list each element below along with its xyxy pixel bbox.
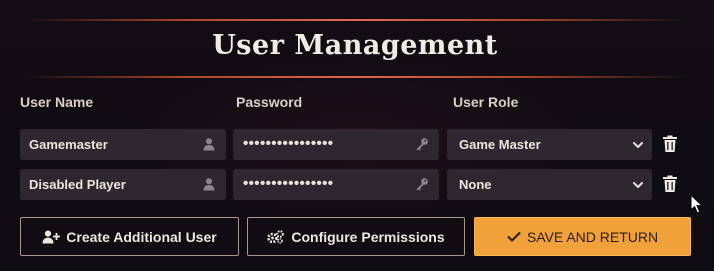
save-and-return-label: SAVE AND RETURN bbox=[526, 228, 659, 245]
user-icon bbox=[203, 178, 215, 191]
trash-icon[interactable] bbox=[662, 175, 678, 193]
username-value: Disabled Player bbox=[29, 177, 126, 192]
create-user-button[interactable]: Create Additional User bbox=[20, 217, 239, 256]
user-plus-icon bbox=[42, 230, 61, 243]
password-value: •••••••••••••••• bbox=[243, 135, 334, 152]
title-section: User Management bbox=[20, 18, 690, 78]
check-icon bbox=[507, 231, 521, 241]
header-password: Password bbox=[236, 94, 303, 110]
save-and-return-button[interactable]: SAVE AND RETURN bbox=[474, 217, 691, 256]
chevron-down-icon bbox=[633, 182, 643, 188]
configure-permissions-label: Configure Permissions bbox=[291, 228, 445, 245]
password-field[interactable]: •••••••••••••••• bbox=[233, 129, 439, 160]
user-icon bbox=[203, 138, 215, 151]
mouse-pointer-icon bbox=[690, 194, 704, 214]
title-rule-top bbox=[20, 19, 690, 21]
role-select[interactable]: None bbox=[447, 169, 652, 200]
username-field[interactable]: Disabled Player bbox=[20, 169, 226, 200]
password-value: •••••••••••••••• bbox=[243, 175, 334, 192]
page-title: User Management bbox=[212, 30, 498, 61]
trash-icon[interactable] bbox=[662, 135, 678, 153]
create-user-label: Create Additional User bbox=[66, 228, 217, 245]
username-value: Gamemaster bbox=[29, 137, 108, 152]
cogs-icon bbox=[267, 229, 285, 244]
title-rule-bottom bbox=[20, 76, 690, 78]
key-icon bbox=[416, 138, 428, 151]
role-value: Game Master bbox=[459, 137, 541, 152]
key-icon bbox=[416, 178, 428, 191]
header-user-name: User Name bbox=[20, 94, 94, 110]
configure-permissions-button[interactable]: Configure Permissions bbox=[247, 217, 465, 256]
password-field[interactable]: •••••••••••••••• bbox=[233, 169, 439, 200]
role-value: None bbox=[459, 177, 492, 192]
username-field[interactable]: Gamemaster bbox=[20, 129, 226, 160]
chevron-down-icon bbox=[633, 142, 643, 148]
role-select[interactable]: Game Master bbox=[447, 129, 652, 160]
header-user-role: User Role bbox=[453, 94, 519, 110]
